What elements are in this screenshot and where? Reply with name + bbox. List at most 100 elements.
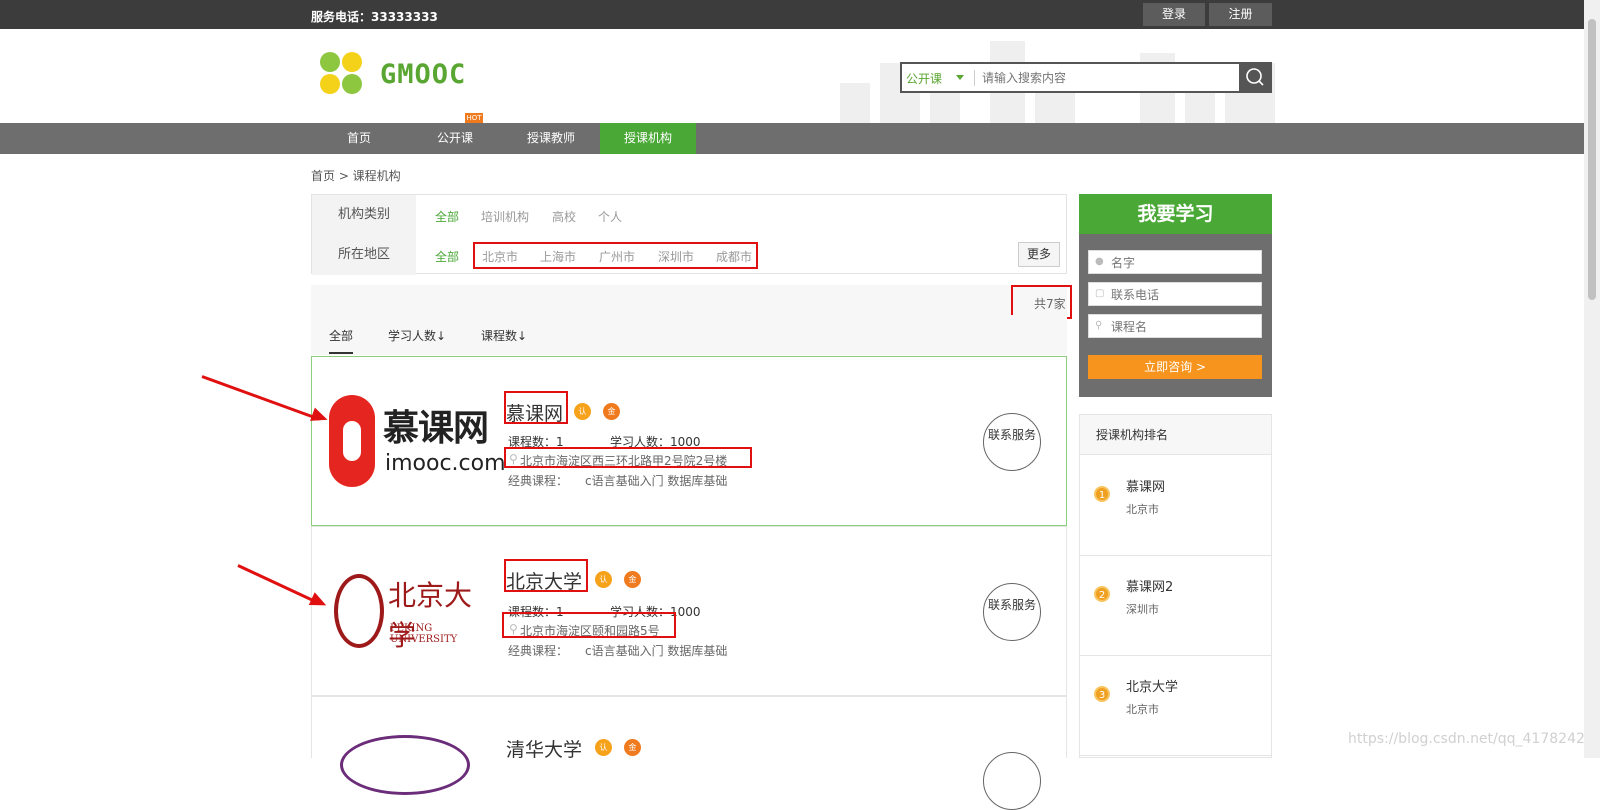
tab-all[interactable]: 全部 xyxy=(329,327,354,354)
course-input[interactable] xyxy=(1111,318,1256,335)
learn-form: 我要学习 ● ▢ ⚲ 立即咨询 > xyxy=(1079,194,1272,397)
consult-button[interactable]: 立即咨询 > xyxy=(1088,355,1262,379)
logo-petal xyxy=(342,74,362,94)
more-button[interactable]: 更多 xyxy=(1018,242,1060,267)
learn-form-title: 我要学习 xyxy=(1079,194,1272,234)
verified-badge: 认 xyxy=(574,403,591,420)
search-input[interactable] xyxy=(982,68,1232,88)
gold-badge: 金 xyxy=(603,403,620,420)
nav-open-courses[interactable]: 公开课 xyxy=(407,123,503,154)
nav-home[interactable]: 首页 xyxy=(311,123,407,154)
count-bar xyxy=(311,285,1067,315)
ranking-name[interactable]: 慕课网2 xyxy=(1126,576,1173,595)
contact-button[interactable] xyxy=(983,752,1041,810)
category-label: 机构类别 xyxy=(312,195,416,235)
name-field[interactable]: ● xyxy=(1088,250,1262,274)
nav-organizations[interactable]: 授课机构 xyxy=(600,123,696,154)
tab-learners[interactable]: 学习人数↓ xyxy=(388,327,446,344)
logo-text: GMOOC xyxy=(380,59,467,90)
login-button[interactable]: 登录 xyxy=(1143,3,1205,26)
ranking-item[interactable]: 1 慕课网 北京市 xyxy=(1080,456,1271,556)
filter-panel: 机构类别 所在地区 全部 培训机构 高校 个人 全部 北京市 上海市 广州市 深… xyxy=(311,194,1067,275)
org-logo[interactable] xyxy=(340,735,470,795)
search-category-select[interactable]: 公开课 xyxy=(906,70,942,87)
ranking-name[interactable]: 慕课网 xyxy=(1126,476,1165,495)
tab-courses[interactable]: 课程数↓ xyxy=(481,327,527,344)
classic-courses[interactable]: c语言基础入门 数据库基础 xyxy=(585,642,727,659)
course-field[interactable]: ⚲ xyxy=(1088,314,1262,338)
seal-icon xyxy=(334,574,384,648)
region-all[interactable]: 全部 xyxy=(435,248,459,265)
flame-icon xyxy=(329,395,375,487)
annotation-box xyxy=(504,447,752,468)
search-button[interactable] xyxy=(1239,64,1270,91)
hot-badge: HOT xyxy=(465,113,483,123)
scrollbar-thumb[interactable] xyxy=(1588,19,1596,300)
annotation-box xyxy=(504,559,588,592)
top-bar: 服务电话：33333333 登录 注册 xyxy=(0,0,1600,29)
classic-courses[interactable]: c语言基础入门 数据库基础 xyxy=(585,472,727,489)
logo-petal xyxy=(342,52,362,72)
org-card[interactable]: 清华大学 认 金 xyxy=(311,696,1067,810)
search-icon xyxy=(1246,68,1264,86)
logo-petal xyxy=(320,74,340,94)
ranking-title: 授课机构排名 xyxy=(1080,415,1271,455)
annotation-box xyxy=(1011,285,1072,319)
search-box: 公开课 xyxy=(900,62,1272,93)
nav-teachers[interactable]: 授课教师 xyxy=(503,123,599,154)
org-card[interactable]: 慕课网 imooc.com 慕课网 认 金 课程数：1 学习人数：1000 ⚲ … xyxy=(311,356,1067,526)
region-label: 所在地区 xyxy=(312,235,416,275)
verified-badge: 认 xyxy=(595,739,612,756)
divider xyxy=(974,70,975,86)
annotation-box xyxy=(504,391,568,424)
medal-icon: 1 xyxy=(1094,486,1110,502)
scrollbar[interactable] xyxy=(1584,0,1600,758)
logo-sub-text: PEKING UNIVERSITY xyxy=(390,623,458,645)
ranking-panel: 授课机构排名 1 慕课网 北京市 2 慕课网2 深圳市 3 北京大学 北京市 xyxy=(1079,414,1272,758)
org-card[interactable]: 北京大学 PEKING UNIVERSITY 北京大学 认 金 课程数：1 学习… xyxy=(311,526,1067,696)
breadcrumb[interactable]: 首页 > 课程机构 xyxy=(311,167,401,184)
annotation-arrow xyxy=(237,564,321,605)
category-individual[interactable]: 个人 xyxy=(598,208,622,225)
annotation-box xyxy=(502,612,676,638)
ranking-city: 深圳市 xyxy=(1126,603,1159,616)
ranking-item[interactable]: 3 北京大学 北京市 xyxy=(1080,656,1271,756)
register-button[interactable]: 注册 xyxy=(1209,3,1272,26)
location-icon: ⚲ xyxy=(1095,320,1103,331)
name-input[interactable] xyxy=(1111,254,1256,271)
ranking-item[interactable]: 2 慕课网2 深圳市 xyxy=(1080,556,1271,656)
org-logo[interactable]: 慕课网 imooc.com xyxy=(329,395,506,490)
logo-main-text: 慕课网 xyxy=(383,408,489,449)
sort-tabs: 全部 学习人数↓ 课程数↓ xyxy=(311,315,1067,355)
site-logo[interactable]: GMOOC xyxy=(318,50,478,102)
medal-icon: 2 xyxy=(1094,586,1110,602)
gold-badge: 金 xyxy=(624,571,641,588)
ranking-city: 北京市 xyxy=(1126,503,1159,516)
service-phone: 服务电话：33333333 xyxy=(311,10,438,24)
ranking-name[interactable]: 北京大学 xyxy=(1126,676,1178,695)
chevron-down-icon[interactable] xyxy=(956,75,964,80)
site-header: GMOOC 公开课 xyxy=(0,29,1600,123)
verified-badge: 认 xyxy=(595,571,612,588)
logo-petal xyxy=(320,52,340,72)
category-university[interactable]: 高校 xyxy=(552,208,576,225)
category-all[interactable]: 全部 xyxy=(435,208,459,225)
category-training[interactable]: 培训机构 xyxy=(481,208,529,225)
user-icon: ● xyxy=(1095,256,1104,267)
phone-field[interactable]: ▢ xyxy=(1088,282,1262,306)
logo-sub-text: imooc.com xyxy=(385,451,506,476)
main-nav: 首页 公开课 授课教师 授课机构 xyxy=(0,123,1600,154)
annotation-arrow xyxy=(201,375,320,421)
phone-icon: ▢ xyxy=(1095,288,1105,299)
phone-input[interactable] xyxy=(1111,286,1256,303)
annotation-box xyxy=(473,242,758,269)
gold-badge: 金 xyxy=(624,739,641,756)
classic-label: 经典课程： xyxy=(508,644,569,658)
watermark: https://blog.csdn.net/qq_41782425 xyxy=(1348,731,1594,747)
classic-label: 经典课程： xyxy=(508,474,569,488)
contact-button[interactable]: 联系服务 xyxy=(983,583,1041,641)
contact-button[interactable]: 联系服务 xyxy=(983,413,1041,471)
medal-icon: 3 xyxy=(1094,686,1110,702)
org-logo[interactable]: 北京大学 PEKING UNIVERSITY xyxy=(334,570,494,655)
ranking-city: 北京市 xyxy=(1126,703,1159,716)
